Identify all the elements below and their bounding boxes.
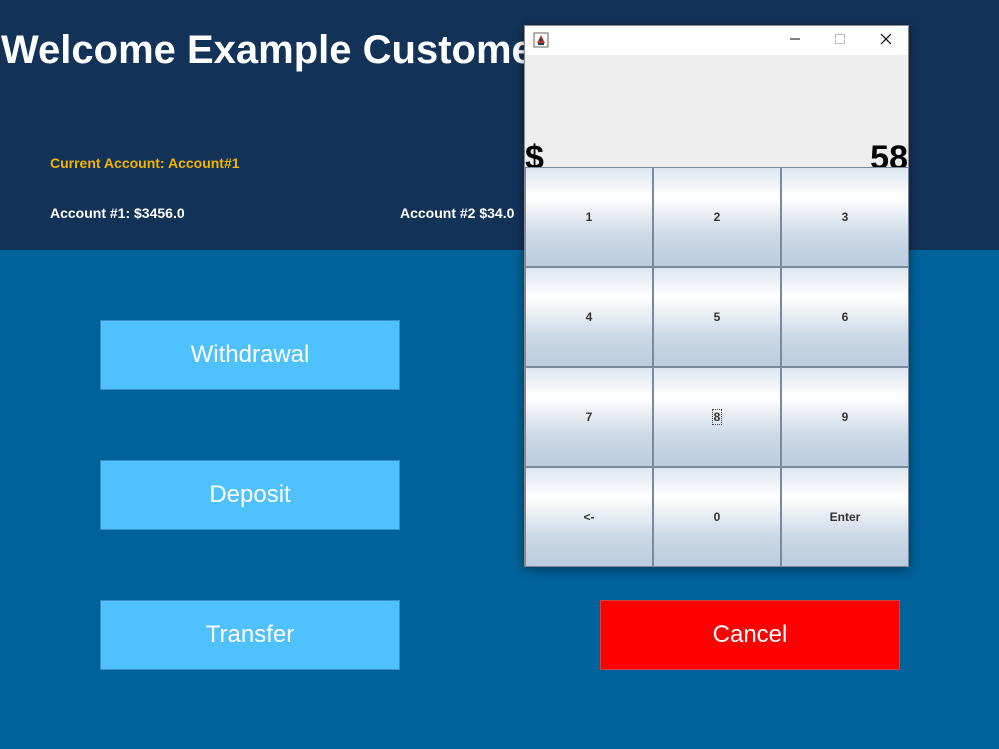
key-2[interactable]: 2 (653, 167, 781, 267)
maximize-button[interactable] (817, 26, 862, 55)
backspace-key[interactable]: <- (525, 467, 653, 567)
atm-screen: Welcome Example Custome Current Account:… (0, 0, 999, 749)
deposit-button[interactable]: Deposit (100, 460, 400, 530)
key-4[interactable]: 4 (525, 267, 653, 367)
key-6[interactable]: 6 (781, 267, 909, 367)
close-button[interactable] (863, 26, 908, 55)
minimize-icon (789, 32, 801, 50)
keypad-titlebar[interactable] (525, 26, 908, 55)
java-app-icon (533, 32, 549, 48)
key-5[interactable]: 5 (653, 267, 781, 367)
minimize-button[interactable] (772, 26, 817, 55)
account-1-balance: Account #1: $3456.0 (50, 205, 185, 221)
enter-key[interactable]: Enter (781, 467, 909, 567)
welcome-title: Welcome Example Custome (1, 28, 534, 72)
key-0[interactable]: 0 (653, 467, 781, 567)
current-account-label: Current Account: Account#1 (50, 155, 240, 171)
close-icon (880, 32, 892, 50)
key-3[interactable]: 3 (781, 167, 909, 267)
withdrawal-button[interactable]: Withdrawal (100, 320, 400, 390)
key-8-label: 8 (711, 409, 723, 425)
key-8[interactable]: 8 (653, 367, 781, 467)
account-2-balance: Account #2 $34.0 (400, 205, 515, 221)
key-1[interactable]: 1 (525, 167, 653, 267)
maximize-icon (834, 32, 846, 50)
transfer-button[interactable]: Transfer (100, 600, 400, 670)
key-7[interactable]: 7 (525, 367, 653, 467)
keypad-window: $ 58 1 2 3 4 5 6 7 8 9 <- 0 Enter (524, 25, 909, 567)
cancel-button[interactable]: Cancel (600, 600, 900, 670)
keypad-grid: 1 2 3 4 5 6 7 8 9 <- 0 Enter (525, 167, 909, 567)
key-9[interactable]: 9 (781, 367, 909, 467)
